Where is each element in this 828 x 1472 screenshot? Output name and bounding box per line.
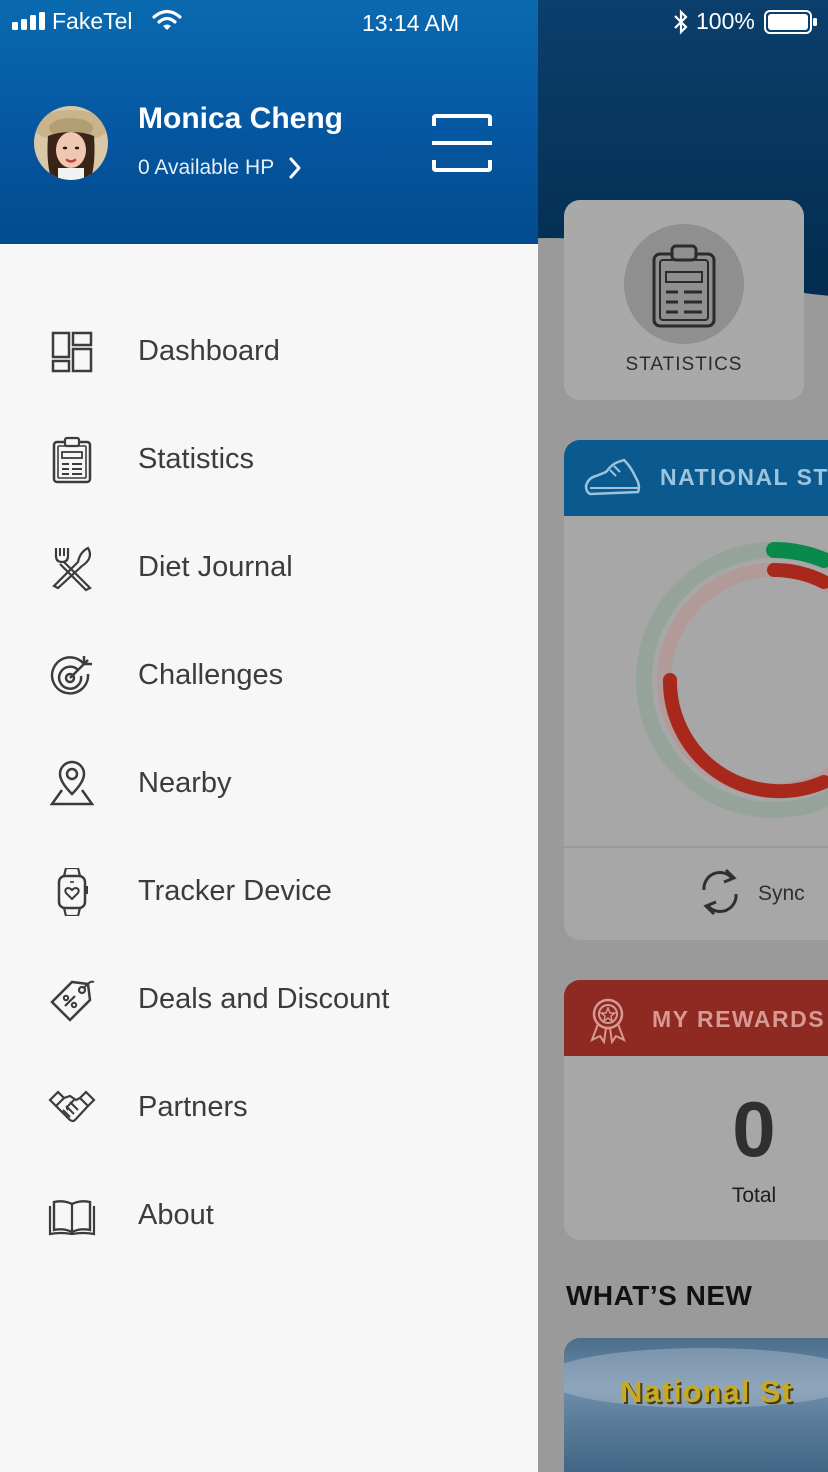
handshake-icon — [48, 1090, 96, 1123]
steps-progress-ring — [636, 542, 828, 818]
statistics-card[interactable]: STATISTICS — [564, 200, 804, 400]
menu-label-about: About — [138, 1199, 214, 1231]
menu-item-deals-and-discount[interactable]: Deals and Discount — [0, 946, 538, 1054]
menu-label-tracker-device: Tracker Device — [138, 875, 332, 907]
rewards-count: 0 — [732, 1085, 776, 1173]
chevron-right-icon — [289, 157, 301, 179]
fork-knife-icon — [52, 546, 92, 592]
menu-item-challenges[interactable]: Challenges — [0, 622, 538, 730]
menu-label-challenges: Challenges — [138, 659, 284, 691]
sync-label[interactable]: Sync — [758, 882, 805, 906]
menu-item-nearby[interactable]: Nearby — [0, 730, 538, 838]
navigation-drawer: Monica Cheng 0 Available HP Dashboard St… — [0, 0, 538, 1472]
user-name[interactable]: Monica Cheng — [138, 102, 343, 136]
menu-label-deals-and-discount: Deals and Discount — [138, 983, 390, 1015]
avatar[interactable] — [34, 106, 108, 180]
smartwatch-icon — [57, 868, 88, 916]
menu-item-partners[interactable]: Partners — [0, 1054, 538, 1162]
menu-label-partners: Partners — [138, 1091, 248, 1123]
map-pin-icon — [49, 760, 95, 806]
price-tag-icon — [50, 980, 95, 1022]
national-steps-title: NATIONAL STE — [660, 464, 828, 490]
menu-item-tracker-device[interactable]: Tracker Device — [0, 838, 538, 946]
wifi-icon — [152, 9, 182, 30]
news-banner-title: National St — [620, 1374, 793, 1409]
available-hp-text: 0 Available HP — [138, 156, 275, 179]
open-book-icon — [48, 1200, 96, 1236]
award-ribbon-icon — [590, 998, 626, 1044]
battery-icon — [764, 10, 817, 34]
battery-percentage: 100% — [696, 8, 755, 34]
menu-item-diet-journal[interactable]: Diet Journal — [0, 514, 538, 622]
menu-label-diet-journal: Diet Journal — [138, 551, 293, 583]
menu-label-nearby: Nearby — [138, 767, 232, 799]
clipboard-icon — [52, 436, 92, 484]
menu-label-statistics: Statistics — [138, 443, 255, 475]
statistics-label: STATISTICS — [625, 354, 743, 375]
bluetooth-icon — [674, 9, 688, 35]
drawer-menu: Dashboard Statistics Diet Journal Challe… — [0, 298, 538, 1270]
carrier-name: FakeTel — [52, 8, 133, 34]
status-bar: FakeTel 13:14 AM 100% — [0, 0, 828, 46]
scan-qr-button[interactable] — [430, 112, 494, 174]
available-hp-link[interactable]: 0 Available HP — [138, 152, 302, 184]
sync-icon[interactable] — [698, 866, 742, 918]
clipboard-icon — [652, 244, 716, 328]
national-steps-card[interactable]: NATIONAL STE Sync — [564, 440, 828, 940]
national-steps-header: NATIONAL STE — [564, 440, 828, 516]
dashboard-icon — [51, 331, 93, 373]
sneaker-icon — [584, 458, 641, 496]
menu-item-statistics[interactable]: Statistics — [0, 406, 538, 514]
menu-label-dashboard: Dashboard — [138, 335, 280, 367]
cellular-signal-icon — [12, 12, 45, 30]
news-banner[interactable]: National St — [564, 1338, 828, 1472]
menu-item-about[interactable]: About — [0, 1162, 538, 1270]
avatar-photo — [34, 106, 108, 180]
status-time: 13:14 AM — [362, 10, 460, 36]
my-rewards-header: MY REWARDS — [564, 980, 828, 1056]
rewards-total-label: Total — [731, 1184, 777, 1207]
my-rewards-card[interactable]: MY REWARDS 0 Total — [564, 980, 828, 1240]
whats-new-heading: WHAT’S NEW — [566, 1280, 753, 1311]
target-icon — [50, 656, 92, 695]
card-divider — [564, 846, 828, 848]
my-rewards-title: MY REWARDS — [652, 1006, 826, 1032]
menu-item-dashboard[interactable]: Dashboard — [0, 298, 538, 406]
